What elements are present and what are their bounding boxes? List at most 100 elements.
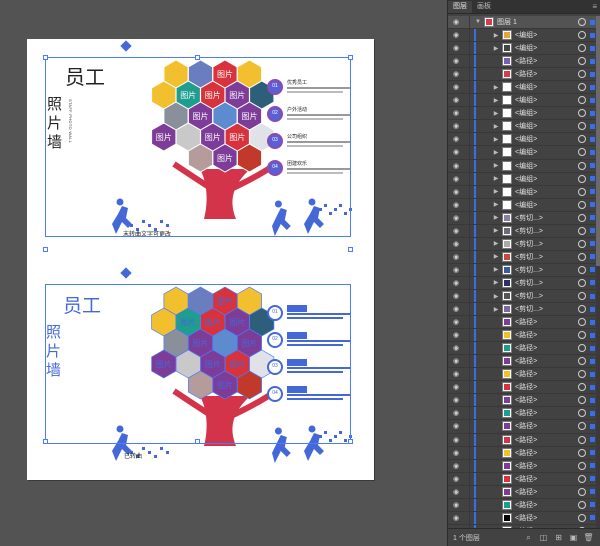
visibility-eye-icon[interactable]: ◉ xyxy=(451,462,461,470)
layer-row[interactable]: ◉ ▶ <剪切...> xyxy=(448,250,600,264)
target-circle-icon[interactable] xyxy=(578,448,586,457)
tab-layers[interactable]: 图层 xyxy=(448,1,472,13)
layer-row[interactable]: ◉ ▶ <编组> xyxy=(448,42,600,56)
target-circle-icon[interactable] xyxy=(578,409,586,418)
selection-indicator[interactable] xyxy=(590,202,595,208)
expand-chevron-icon[interactable]: ▶ xyxy=(492,253,500,260)
expand-chevron-icon[interactable]: ▶ xyxy=(492,175,500,182)
target-circle-icon[interactable] xyxy=(578,474,586,483)
resize-handle[interactable] xyxy=(195,439,200,444)
layer-row[interactable]: ◉ <路径> xyxy=(448,329,600,343)
selection-indicator[interactable] xyxy=(590,71,595,77)
new-sublayer-icon[interactable]: ⊞ xyxy=(553,532,564,543)
selection-indicator[interactable] xyxy=(590,423,595,429)
visibility-eye-icon[interactable]: ◉ xyxy=(451,162,461,170)
layer-row[interactable]: ◉ <路径> xyxy=(448,407,600,421)
layer-row[interactable]: ◉ <路径> xyxy=(448,446,600,460)
expand-chevron-icon[interactable]: ▶ xyxy=(492,84,500,91)
layer-row[interactable]: ◉ <路径> xyxy=(448,433,600,447)
layer-row[interactable]: ◉ ▶ <编组> xyxy=(448,146,600,160)
expand-chevron-icon[interactable]: ▶ xyxy=(492,149,500,156)
selection-indicator[interactable] xyxy=(590,489,595,495)
visibility-eye-icon[interactable]: ◉ xyxy=(451,475,461,483)
visibility-eye-icon[interactable]: ◉ xyxy=(451,370,461,378)
expand-chevron-icon[interactable]: ▶ xyxy=(492,279,500,286)
selection-indicator[interactable] xyxy=(590,502,595,508)
selection-indicator[interactable] xyxy=(590,280,595,286)
expand-chevron-icon[interactable]: ▶ xyxy=(492,188,500,195)
resize-handle[interactable] xyxy=(43,439,48,444)
layer-row[interactable]: ◉ ▶ <编组> xyxy=(448,185,600,199)
visibility-eye-icon[interactable]: ◉ xyxy=(451,514,461,522)
visibility-eye-icon[interactable]: ◉ xyxy=(451,31,461,39)
layer-row[interactable]: ◉ <路径> xyxy=(448,459,600,473)
expand-chevron-icon[interactable]: ▶ xyxy=(492,201,500,208)
layer-row[interactable]: ◉ <路径> xyxy=(448,485,600,499)
visibility-eye-icon[interactable]: ◉ xyxy=(451,96,461,104)
visibility-eye-icon[interactable]: ◉ xyxy=(451,436,461,444)
layer-row[interactable]: ◉ ▶ <编组> xyxy=(448,107,600,121)
layer-row[interactable]: ◉ ▶ <剪切...> xyxy=(448,303,600,317)
visibility-eye-icon[interactable]: ◉ xyxy=(451,18,461,26)
target-circle-icon[interactable] xyxy=(578,44,586,53)
expand-chevron-icon[interactable]: ▶ xyxy=(492,32,500,39)
selection-indicator[interactable] xyxy=(590,306,595,312)
visibility-eye-icon[interactable]: ◉ xyxy=(451,501,461,509)
selection-indicator[interactable] xyxy=(590,515,595,521)
tab-artboards[interactable]: 画板 xyxy=(472,1,496,13)
selection-indicator[interactable] xyxy=(590,58,595,64)
target-circle-icon[interactable] xyxy=(578,500,586,509)
selection-indicator[interactable] xyxy=(590,384,595,390)
layer-row[interactable]: ◉ <路径> xyxy=(448,342,600,356)
selection-indicator[interactable] xyxy=(590,241,595,247)
visibility-eye-icon[interactable]: ◉ xyxy=(451,201,461,209)
selection-indicator[interactable] xyxy=(590,267,595,273)
locate-object-icon[interactable]: ⌕ xyxy=(523,532,534,543)
selection-indicator[interactable] xyxy=(590,110,595,116)
layer-row[interactable]: ◉ ▶ <编组> xyxy=(448,198,600,212)
layer-row[interactable]: ◉ <路径> xyxy=(448,472,600,486)
visibility-eye-icon[interactable]: ◉ xyxy=(451,318,461,326)
visibility-eye-icon[interactable]: ◉ xyxy=(451,357,461,365)
target-circle-icon[interactable] xyxy=(578,57,586,66)
layer-row[interactable]: ◉ <路径> xyxy=(448,381,600,395)
target-circle-icon[interactable] xyxy=(578,331,586,340)
layer-row[interactable]: ◉ ▶ <剪切...> xyxy=(448,211,600,225)
selection-indicator[interactable] xyxy=(590,293,595,299)
new-layer-icon[interactable]: ▣ xyxy=(568,532,579,543)
selection-indicator[interactable] xyxy=(590,450,595,456)
layer-row[interactable]: ◉ ▶ <编组> xyxy=(448,94,600,108)
visibility-eye-icon[interactable]: ◉ xyxy=(451,240,461,248)
target-circle-icon[interactable] xyxy=(578,213,586,222)
target-circle-icon[interactable] xyxy=(578,513,586,522)
selection-indicator[interactable] xyxy=(590,358,595,364)
target-circle-icon[interactable] xyxy=(578,96,586,105)
target-circle-icon[interactable] xyxy=(578,252,586,261)
layer-row[interactable]: ◉ ▶ <剪切...> xyxy=(448,276,600,290)
document-canvas[interactable]: 图片 图片 图片 图片 图片 图片 图片 图片 图片 图片 图片 图片 图片 图片 图片 图片 图片 图片 图片 图片… xyxy=(0,0,446,546)
expand-chevron-icon[interactable]: ▶ xyxy=(492,110,500,117)
clipping-mask-icon[interactable]: ◫ xyxy=(538,532,549,543)
resize-handle[interactable] xyxy=(348,439,353,444)
layer-row[interactable]: ◉ <路径> xyxy=(448,355,600,369)
visibility-eye-icon[interactable]: ◉ xyxy=(451,214,461,222)
visibility-eye-icon[interactable]: ◉ xyxy=(451,122,461,130)
selection-indicator[interactable] xyxy=(590,176,595,182)
layer-row[interactable]: ◉ ▶ <编组> xyxy=(448,133,600,147)
selection-indicator[interactable] xyxy=(590,463,595,469)
target-circle-icon[interactable] xyxy=(578,187,586,196)
layer-row-top[interactable]: ◉ ▼ 图层 1 xyxy=(448,16,600,30)
target-circle-icon[interactable] xyxy=(578,383,586,392)
selection-indicator[interactable] xyxy=(590,476,595,482)
expand-chevron-icon[interactable]: ▶ xyxy=(492,97,500,104)
target-circle-icon[interactable] xyxy=(578,292,586,300)
selection-indicator[interactable] xyxy=(590,345,595,351)
visibility-eye-icon[interactable]: ◉ xyxy=(451,292,461,300)
selection-indicator[interactable] xyxy=(590,123,595,129)
expand-chevron-icon[interactable]: ▶ xyxy=(492,240,500,247)
visibility-eye-icon[interactable]: ◉ xyxy=(451,227,461,235)
expand-chevron-icon[interactable]: ▶ xyxy=(492,306,500,313)
target-circle-icon[interactable] xyxy=(578,422,586,431)
visibility-eye-icon[interactable]: ◉ xyxy=(451,409,461,417)
layer-row[interactable]: ◉ <路径> xyxy=(448,420,600,434)
